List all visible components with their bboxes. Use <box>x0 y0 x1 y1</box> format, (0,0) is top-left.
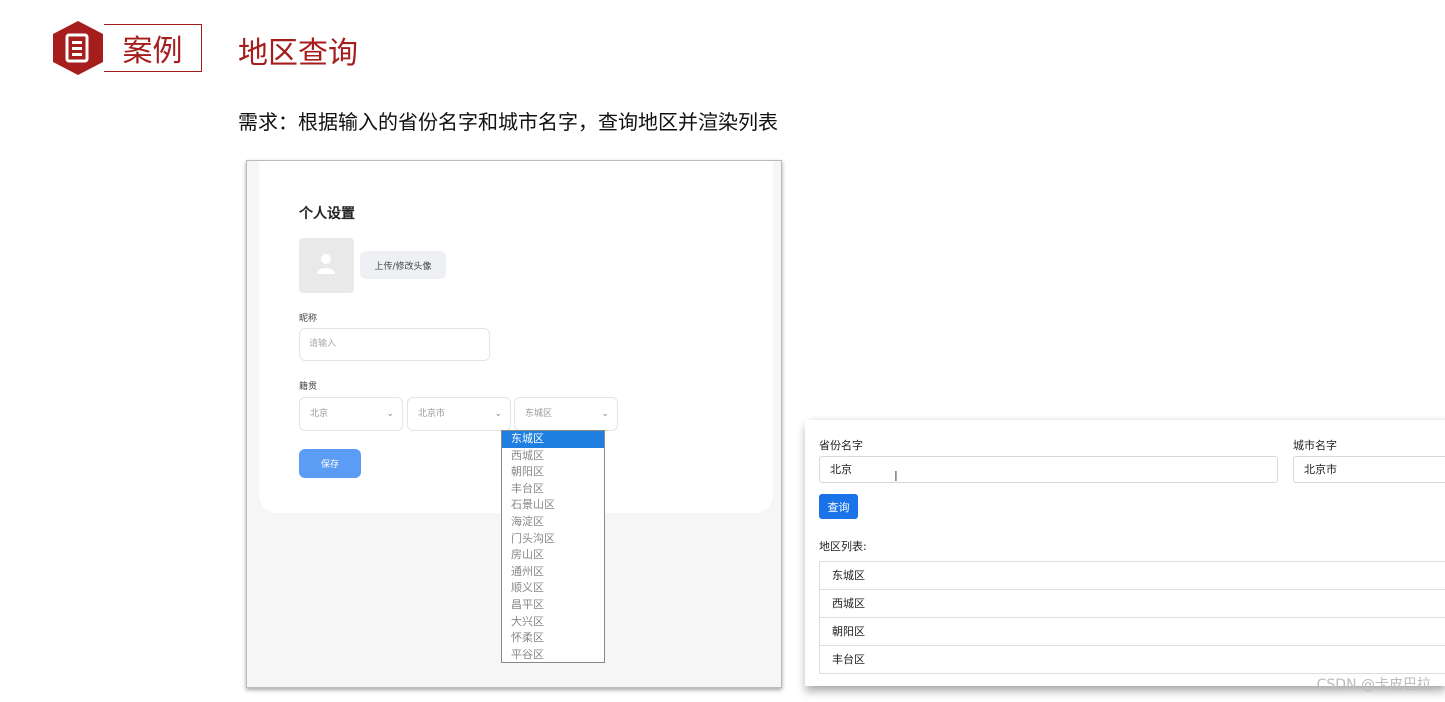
city-select-value: 北京市 <box>418 409 446 419</box>
dropdown-option[interactable]: 平谷区 <box>502 647 604 664</box>
list-item: 西城区 <box>819 590 1445 618</box>
list-item: 丰台区 <box>819 646 1445 674</box>
dropdown-option[interactable]: 海淀区 <box>502 514 604 531</box>
dropdown-option[interactable]: 石景山区 <box>502 497 604 514</box>
save-button[interactable]: 保存 <box>299 449 361 478</box>
city-name-input[interactable]: 北京市 <box>1293 456 1445 483</box>
user-icon <box>317 254 335 274</box>
dropdown-option[interactable]: 大兴区 <box>502 614 604 631</box>
dropdown-option[interactable]: 西城区 <box>502 448 604 465</box>
city-select[interactable]: 北京市 ⌄ <box>407 397 511 431</box>
hometown-label: 籍贯 <box>299 382 318 392</box>
list-item: 东城区 <box>819 562 1445 590</box>
dropdown-option[interactable]: 昌平区 <box>502 597 604 614</box>
case-tag-label: 案例 <box>122 34 183 69</box>
province-select[interactable]: 北京 ⌄ <box>299 397 403 431</box>
chevron-down-icon: ⌄ <box>386 409 394 419</box>
chevron-down-icon: ⌄ <box>494 409 502 419</box>
region-list: 东城区 西城区 朝阳区 丰台区 <box>819 561 1445 674</box>
list-item: 朝阳区 <box>819 618 1445 646</box>
slide-title: 地区查询 <box>238 36 358 71</box>
avatar[interactable] <box>299 238 354 293</box>
dropdown-option[interactable]: 通州区 <box>502 564 604 581</box>
dropdown-option[interactable]: 顺义区 <box>502 580 604 597</box>
district-select-value: 东城区 <box>525 409 553 419</box>
dropdown-option[interactable]: 房山区 <box>502 547 604 564</box>
settings-screenshot: 个人设置 上传/修改头像 昵称 请输入 籍贯 北京 ⌄ 北京市 ⌄ 东城区 ⌄ … <box>246 160 782 688</box>
province-select-value: 北京 <box>310 409 329 419</box>
province-name-label: 省份名字 <box>819 439 863 452</box>
region-list-label: 地区列表: <box>819 540 867 553</box>
dropdown-option[interactable]: 门头沟区 <box>502 531 604 548</box>
watermark: CSDN @卡皮巴拉 <box>1316 677 1431 693</box>
nickname-label: 昵称 <box>299 314 318 324</box>
settings-title: 个人设置 <box>299 206 355 222</box>
district-dropdown-list: 东城区 西城区 朝阳区 丰台区 石景山区 海淀区 门头沟区 房山区 通州区 顺义… <box>501 430 605 663</box>
city-name-label: 城市名字 <box>1293 439 1337 452</box>
dropdown-option[interactable]: 丰台区 <box>502 481 604 498</box>
dropdown-option[interactable]: 怀柔区 <box>502 630 604 647</box>
province-name-input[interactable]: 北京 <box>819 456 1278 483</box>
requirement-text: 需求：根据输入的省份名字和城市名字，查询地区并渲染列表 <box>238 110 778 134</box>
upload-avatar-button[interactable]: 上传/修改头像 <box>360 251 446 279</box>
dropdown-option[interactable]: 东城区 <box>502 431 604 448</box>
case-tag: 案例 <box>104 24 202 72</box>
chevron-down-icon: ⌄ <box>601 409 609 419</box>
district-select[interactable]: 东城区 ⌄ <box>514 397 618 431</box>
query-screenshot: 省份名字 北京 I 城市名字 北京市 查询 地区列表: 东城区 西城区 朝阳区 … <box>805 420 1445 686</box>
text-cursor-icon: I <box>894 470 898 485</box>
dropdown-option[interactable]: 朝阳区 <box>502 464 604 481</box>
nickname-input[interactable]: 请输入 <box>299 328 490 361</box>
case-badge-icon <box>52 20 104 76</box>
query-button[interactable]: 查询 <box>819 494 858 519</box>
